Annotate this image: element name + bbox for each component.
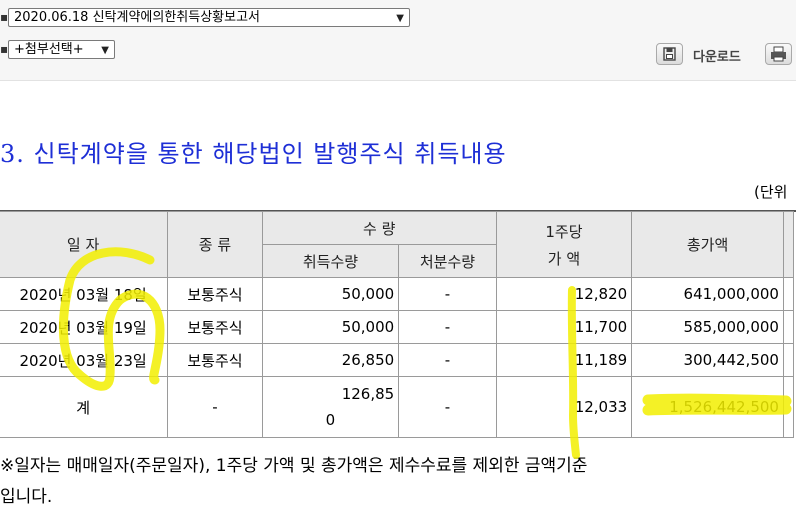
table-row: 2020년 03월 19일 보통주식 50,000 - 11,700 585,0… [0,310,795,344]
select-bullet: ▪ [0,10,9,24]
footnote-line1: ※일자는 매매일자(주문일자), 1주당 가액 및 총가액은 제수수료를 제외한… [0,456,588,476]
header-per-share: 1주당 가 액 [495,211,633,278]
cell-overflow [782,277,795,311]
header-disposed: 처분수량 [398,244,497,278]
cell-total: 300,442,500 [631,343,784,377]
cell-date: 2020년 03월 18일 [0,277,169,311]
download-label[interactable]: 다운로드 [693,46,741,65]
cell-disposed: - [398,310,497,344]
attachment-select[interactable]: +첨부선택+ ▼ [8,40,115,59]
header-acquired: 취득수량 [261,244,400,278]
cell-type: 보통주식 [167,310,263,344]
cell-sum-type: - [167,376,263,438]
cell-type: 보통주식 [167,277,263,311]
header-type: 종 류 [167,211,263,278]
footnote-line2: 입니다. [0,487,53,507]
cell-sum-price: 12,033 [495,376,633,438]
acquisition-table: 일 자 종 류 수 량 1주당 가 액 총가액 취득수량 처분수량 2020년 … [0,211,795,438]
section-title: 3. 신탁계약을 통한 해당법인 발행주식 취득내용 [0,140,507,168]
cell-sum-total: 1,526,442,500 [631,376,784,438]
chevron-down-icon: ▼ [101,45,109,56]
cell-acquired: 50,000 [261,277,400,311]
header-per-share-line2: 가 액 [547,249,581,268]
header-overflow [782,211,795,278]
cell-sum-acquired-line1: 126,85 [341,385,395,403]
chevron-down-icon: ▼ [396,13,404,24]
cell-acquired: 26,850 [261,343,400,377]
cell-total: 641,000,000 [631,277,784,311]
cell-sum-disposed: - [398,376,497,438]
report-select[interactable]: 2020.06.18 신탁계약에의한취득상황보고서 ▼ [8,8,410,27]
cell-overflow [782,376,795,438]
header-per-share-line1: 1주당 [545,222,583,241]
download-button[interactable] [656,43,683,65]
cell-disposed: - [398,277,497,311]
cell-sum-acquired: 126,85 0 [261,376,400,438]
table-row: 2020년 03월 23일 보통주식 26,850 - 11,189 300,4… [0,343,795,377]
attachment-select-value: +첨부선택+ [14,42,84,57]
select-bullet: ▪ [0,42,9,56]
header-quantity: 수 량 [261,211,497,245]
viewer-toolbar: ▪ 2020.06.18 신탁계약에의한취득상황보고서 ▼ ▪ +첨부선택+ ▼… [0,0,796,81]
cell-price: 11,700 [495,310,633,344]
print-icon [771,46,786,62]
table-row: 2020년 03월 18일 보통주식 50,000 - 12,820 641,0… [0,277,795,311]
table-header-row: 일 자 종 류 수 량 1주당 가 액 총가액 [0,211,795,278]
cell-price: 11,189 [495,343,633,377]
cell-overflow [782,310,795,344]
header-date: 일 자 [0,211,169,278]
cell-date: 2020년 03월 19일 [0,310,169,344]
save-icon [663,47,676,61]
cell-overflow [782,343,795,377]
header-total: 총가액 [631,211,784,278]
cell-total: 585,000,000 [631,310,784,344]
cell-acquired: 50,000 [261,310,400,344]
report-select-value: 2020.06.18 신탁계약에의한취득상황보고서 [14,10,261,25]
cell-type: 보통주식 [167,343,263,377]
cell-disposed: - [398,343,497,377]
cell-sum-label: 계 [0,376,169,438]
cell-sum-acquired-line2: 0 [325,411,336,429]
table-sum-row: 계 - 126,85 0 - 12,033 1,526,442,500 [0,376,795,438]
cell-date: 2020년 03월 23일 [0,343,169,377]
cell-price: 12,820 [495,277,633,311]
print-button[interactable] [765,43,792,65]
unit-label: (단위 [754,183,788,201]
